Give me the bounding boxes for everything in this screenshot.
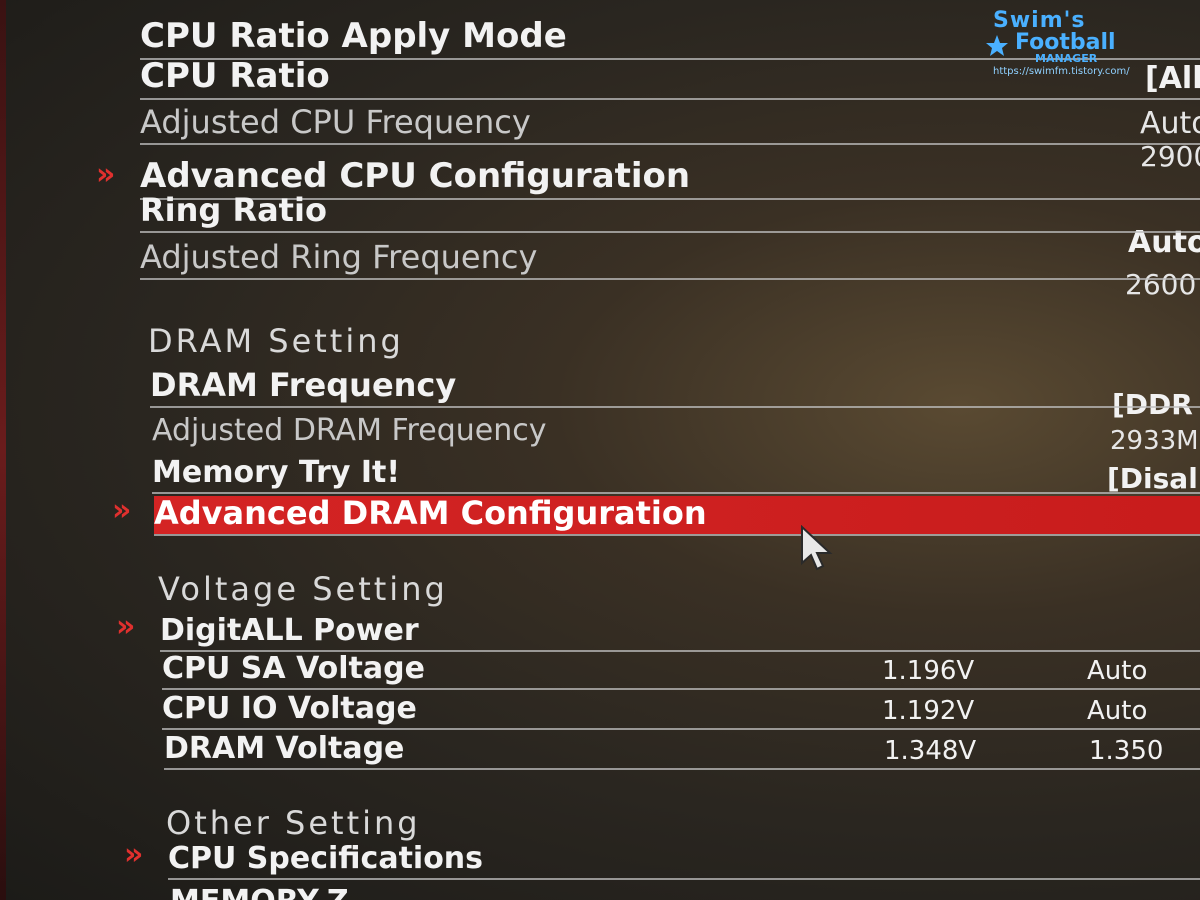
digitall-power-row[interactable]: » DigitALL Power <box>116 609 1200 652</box>
adjusted-dram-frequency-label: Adjusted DRAM Frequency <box>152 413 547 448</box>
row-divider <box>150 406 1200 408</box>
dram-voltage-setting[interactable]: 1.350 <box>1089 736 1163 766</box>
cpu-io-voltage-setting[interactable]: Auto <box>1087 696 1147 726</box>
adjusted-cpu-frequency-value: Auto <box>1140 106 1200 141</box>
adjusted-cpu-frequency-row: Adjusted CPU Frequency Auto <box>140 103 1200 145</box>
ring-ratio-label: Ring Ratio <box>140 191 327 229</box>
cpu-specifications-label: CPU Specifications <box>168 841 484 876</box>
ring-ratio-row[interactable]: Ring Ratio Auto <box>140 191 1200 260</box>
row-divider <box>140 278 1200 280</box>
dram-setting-heading: DRAM Setting <box>148 322 404 360</box>
dram-voltage-current: 1.348V <box>884 736 977 766</box>
row-divider <box>140 231 1200 233</box>
star-icon <box>986 35 1008 56</box>
cpu-ratio-apply-mode-label: CPU Ratio Apply Mode <box>140 16 567 56</box>
cpu-sa-voltage-label: CPU SA Voltage <box>162 651 425 686</box>
advanced-dram-config-label: Advanced DRAM Configuration <box>154 494 707 532</box>
dram-frequency-label: DRAM Frequency <box>150 366 457 404</box>
submenu-arrow-icon: » <box>124 837 144 872</box>
submenu-arrow-icon: » <box>96 157 116 192</box>
adjusted-ring-frequency-value: 2600 <box>1125 268 1197 301</box>
cpu-ratio-label: CPU Ratio <box>140 56 330 96</box>
row-divider <box>140 98 1200 100</box>
cpu-sa-voltage-current: 1.196V <box>882 656 975 686</box>
dram-frequency-row[interactable]: DRAM Frequency [DDR <box>150 366 1200 421</box>
row-divider <box>164 768 1200 770</box>
voltage-setting-heading: Voltage Setting <box>158 570 448 608</box>
watermark-logo: Swim's Football MANAGER https://swimfm.t… <box>985 8 1145 83</box>
digitall-power-label: DigitALL Power <box>160 613 419 648</box>
cpu-io-voltage-current: 1.192V <box>882 696 975 726</box>
submenu-arrow-icon: » <box>116 609 136 644</box>
memory-try-it-row[interactable]: Memory Try It! [Disal <box>152 454 1200 495</box>
advanced-cpu-config-value: 2900 <box>1140 140 1200 173</box>
adjusted-ring-frequency-row: Adjusted Ring Frequency 2600 <box>140 238 1200 301</box>
cpu-io-voltage-label: CPU IO Voltage <box>162 691 417 726</box>
adjusted-dram-frequency-value: 2933M <box>1110 426 1199 456</box>
memory-z-row[interactable]: MEMORY-Z <box>170 880 1200 900</box>
mouse-pointer-icon <box>801 525 833 571</box>
submenu-arrow-icon: » <box>112 493 132 528</box>
other-setting-heading: Other Setting <box>166 804 421 842</box>
row-divider <box>154 534 1200 536</box>
dram-voltage-row[interactable]: DRAM Voltage 1.348V 1.350 <box>164 730 1200 770</box>
adjusted-dram-frequency-row: Adjusted DRAM Frequency 2933M <box>152 412 1200 456</box>
adjusted-ring-frequency-label: Adjusted Ring Frequency <box>140 238 538 276</box>
memory-z-label: MEMORY-Z <box>170 884 349 900</box>
watermark-line3: MANAGER <box>1035 52 1098 65</box>
dram-voltage-label: DRAM Voltage <box>164 731 405 766</box>
cpu-ratio-value[interactable]: [All <box>1145 61 1200 96</box>
cpu-sa-voltage-setting[interactable]: Auto <box>1087 656 1147 686</box>
cpu-specifications-row[interactable]: » CPU Specifications <box>124 837 1200 880</box>
memory-try-it-value[interactable]: [Disal <box>1107 462 1198 495</box>
memory-try-it-label: Memory Try It! <box>152 455 401 490</box>
screen-edge <box>0 0 6 900</box>
cpu-io-voltage-row[interactable]: CPU IO Voltage 1.192V Auto <box>162 690 1200 730</box>
advanced-dram-config-row[interactable]: » Advanced DRAM Configuration <box>112 493 1200 536</box>
advanced-cpu-config-label: Advanced CPU Configuration <box>140 156 691 196</box>
watermark-url: https://swimfm.tistory.com/ <box>993 66 1130 77</box>
adjusted-cpu-frequency-label: Adjusted CPU Frequency <box>140 103 531 141</box>
row-divider <box>140 143 1200 145</box>
cpu-sa-voltage-row[interactable]: CPU SA Voltage 1.196V Auto <box>162 650 1200 690</box>
